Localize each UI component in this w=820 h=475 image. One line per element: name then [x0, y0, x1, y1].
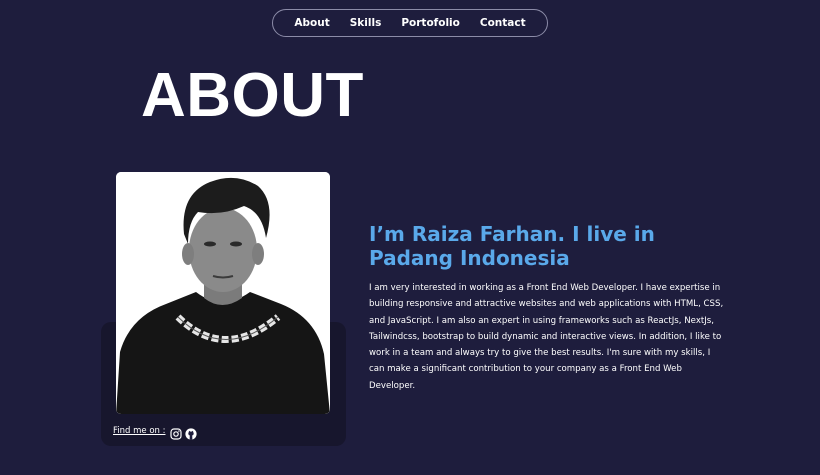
- nav-link-portofolio[interactable]: Portofolio: [401, 17, 460, 29]
- about-headline: I’m Raiza Farhan. I live in Padang Indon…: [369, 222, 655, 270]
- about-bio: I am very interested in working as a Fro…: [369, 283, 724, 391]
- github-icon[interactable]: [185, 425, 198, 440]
- find-me-label: Find me on :: [113, 426, 166, 436]
- nav-link-skills[interactable]: Skills: [350, 17, 382, 29]
- instagram-icon[interactable]: [170, 425, 183, 440]
- profile-photo: [116, 172, 330, 414]
- nav-link-about[interactable]: About: [294, 17, 329, 29]
- page-title: ABOUT: [141, 61, 364, 130]
- find-me-row: Find me on :: [113, 425, 198, 440]
- top-nav: About Skills Portofolio Contact: [272, 9, 548, 37]
- nav-link-contact[interactable]: Contact: [480, 17, 526, 29]
